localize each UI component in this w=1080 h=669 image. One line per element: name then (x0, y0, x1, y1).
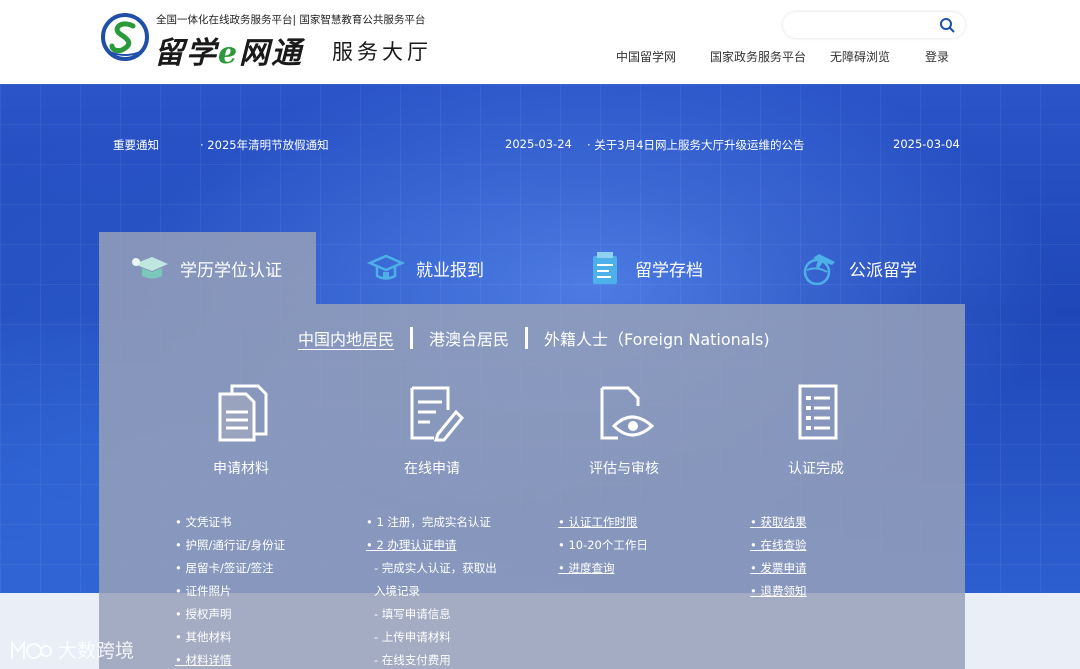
site-logo[interactable]: 全国一体化在线政务服务平台| 国家智慧教育公共服务平台 留学e网通 服务大厅 (100, 10, 440, 72)
document-review-icon (600, 386, 654, 440)
archive-icon (593, 252, 617, 284)
nav-link-china-study-abroad[interactable]: 中国留学网 (616, 48, 676, 65)
tab-label: 公派留学 (849, 260, 917, 281)
step-application-materials-icon-wrap (182, 382, 302, 442)
list-item: • 护照/通行证/身份证 (175, 538, 286, 552)
materials-list: • 文凭证书 • 护照/通行证/身份证 • 居留卡/签证/签注 • 证件照片 •… (175, 511, 285, 669)
nav-link-accessibility[interactable]: 无障碍浏览 (830, 48, 890, 65)
step-label-online-application: 在线申请 (404, 461, 460, 477)
nav-link-gov-services[interactable]: 国家政务服务平台 (710, 48, 806, 65)
list-item-link[interactable]: • 获取结果 (750, 511, 806, 534)
subtab-hk-macao-taiwan[interactable]: 港澳台居民 (429, 326, 509, 350)
logo-wordmark-pre: 留学 (154, 36, 218, 71)
online-verification-link[interactable]: • 在线查验 (750, 538, 806, 552)
step-label-application-materials: 申请材料 (213, 461, 269, 477)
employment-icon (366, 254, 406, 280)
logo-wordmark: 留学e网通 (154, 28, 303, 72)
tab-degree-certification[interactable]: 学历学位认证 (130, 248, 282, 288)
list-item-link[interactable]: • 在线查验 (750, 534, 806, 557)
subtab-mainland-residents[interactable]: 中国内地居民 (298, 326, 394, 350)
tab-employment-registration[interactable]: 就业报到 (366, 248, 484, 288)
edit-form-icon (410, 386, 464, 442)
evaluation-list: • 认证工作时限 • 10-20个工作日 • 进度查询 (558, 511, 648, 580)
list-item-link[interactable]: • 2 办理认证申请 (366, 534, 497, 557)
list-item-link[interactable]: • 退费领知 (750, 580, 806, 603)
tab-government-sponsored[interactable]: 公派留学 (799, 248, 917, 288)
tab-study-archive[interactable]: 留学存档 (585, 248, 703, 288)
nav-link-login[interactable]: 登录 (925, 48, 949, 65)
tab-label: 学历学位认证 (180, 260, 282, 281)
graduation-cap-icon (132, 257, 168, 279)
notice-item-title[interactable]: · 关于3月4日网上服务大厅升级运维的公告 (587, 137, 804, 153)
list-item: 入境记录 (374, 584, 420, 598)
apply-certification-link[interactable]: • 2 办理认证申请 (366, 538, 456, 552)
material-details-link[interactable]: • 材料详情 (175, 653, 231, 667)
step-label-evaluation-review: 评估与审核 (589, 461, 659, 477)
logo-subtitle: 全国一体化在线政务服务平台| 国家智慧教育公共服务平台 (156, 14, 426, 26)
list-item: • 其他材料 (175, 630, 232, 644)
tab-label: 就业报到 (416, 260, 484, 281)
logo-tagline: 服务大厅 (332, 40, 432, 64)
notice-item-title[interactable]: · 2025年清明节放假通知 (200, 137, 329, 153)
list-item-link[interactable]: • 进度查询 (558, 557, 648, 580)
watermark-logo-icon (11, 639, 52, 659)
online-application-list: • 1 注册，完成实名认证 • 2 办理认证申请 - 完成实人认证，获取出 入境… (366, 511, 497, 669)
logo-wordmark-post: 网通 (239, 36, 304, 71)
airplane-globe-icon (803, 254, 835, 286)
step-label-certification-completed: 认证完成 (788, 461, 844, 477)
list-item: - 在线支付费用 (374, 653, 451, 667)
list-item: • 文凭证书 (175, 515, 232, 529)
search-input[interactable] (795, 16, 935, 34)
notice-label: 重要通知 (113, 138, 159, 152)
list-item: - 填写申请信息 (374, 607, 451, 621)
step-certification-completed-icon-wrap (758, 382, 878, 442)
list-item-link[interactable]: • 材料详情 (175, 649, 285, 669)
certification-time-limit-link[interactable]: • 认证工作时限 (558, 515, 637, 529)
list-item: • 证件照片 (175, 584, 232, 598)
list-item: - 上传申请材料 (374, 630, 451, 644)
subtab-divider (410, 327, 414, 349)
list-item-link[interactable]: • 认证工作时限 (558, 511, 648, 534)
step-online-application-icon-wrap (374, 382, 494, 442)
progress-query-link[interactable]: • 进度查询 (558, 561, 614, 575)
list-item-link[interactable]: • 发票申请 (750, 557, 806, 580)
subtab-foreign-nationals[interactable]: 外籍人士（Foreign Nationals) (544, 326, 770, 350)
watermark: 大数跨境 (8, 636, 134, 663)
subtab-divider (525, 327, 529, 349)
list-item: • 10-20个工作日 (558, 538, 648, 552)
list-item: • 居留卡/签证/签注 (175, 561, 274, 575)
tab-label: 留学存档 (635, 260, 703, 281)
search-box (783, 12, 965, 38)
logo-emblem-icon (101, 13, 149, 61)
notice-item-date: 2025-03-24 (505, 137, 572, 151)
watermark-text: 大数跨境 (58, 640, 135, 662)
step-evaluation-review-icon-wrap (564, 382, 684, 442)
list-item: - 完成实人认证，获取出 (374, 561, 497, 575)
list-item: • 1 注册，完成实名认证 (366, 515, 491, 529)
get-result-link[interactable]: • 获取结果 (750, 515, 806, 529)
list-item: • 授权声明 (175, 607, 232, 621)
refund-notice-link[interactable]: • 退费领知 (750, 584, 806, 598)
site-header: 全国一体化在线政务服务平台| 国家智慧教育公共服务平台 留学e网通 服务大厅 中… (0, 0, 1080, 84)
logo-wordmark-e: e (218, 36, 240, 71)
notice-item-date: 2025-03-04 (893, 137, 960, 151)
residency-subtabs: 中国内地居民 港澳台居民 外籍人士（Foreign Nationals) (298, 326, 770, 350)
search-icon[interactable] (939, 17, 955, 33)
completed-list-icon (798, 384, 838, 440)
completion-list: • 获取结果 • 在线查验 • 发票申请 • 退费领知 (750, 511, 806, 603)
documents-icon (218, 384, 268, 442)
invoice-request-link[interactable]: • 发票申请 (750, 561, 806, 575)
